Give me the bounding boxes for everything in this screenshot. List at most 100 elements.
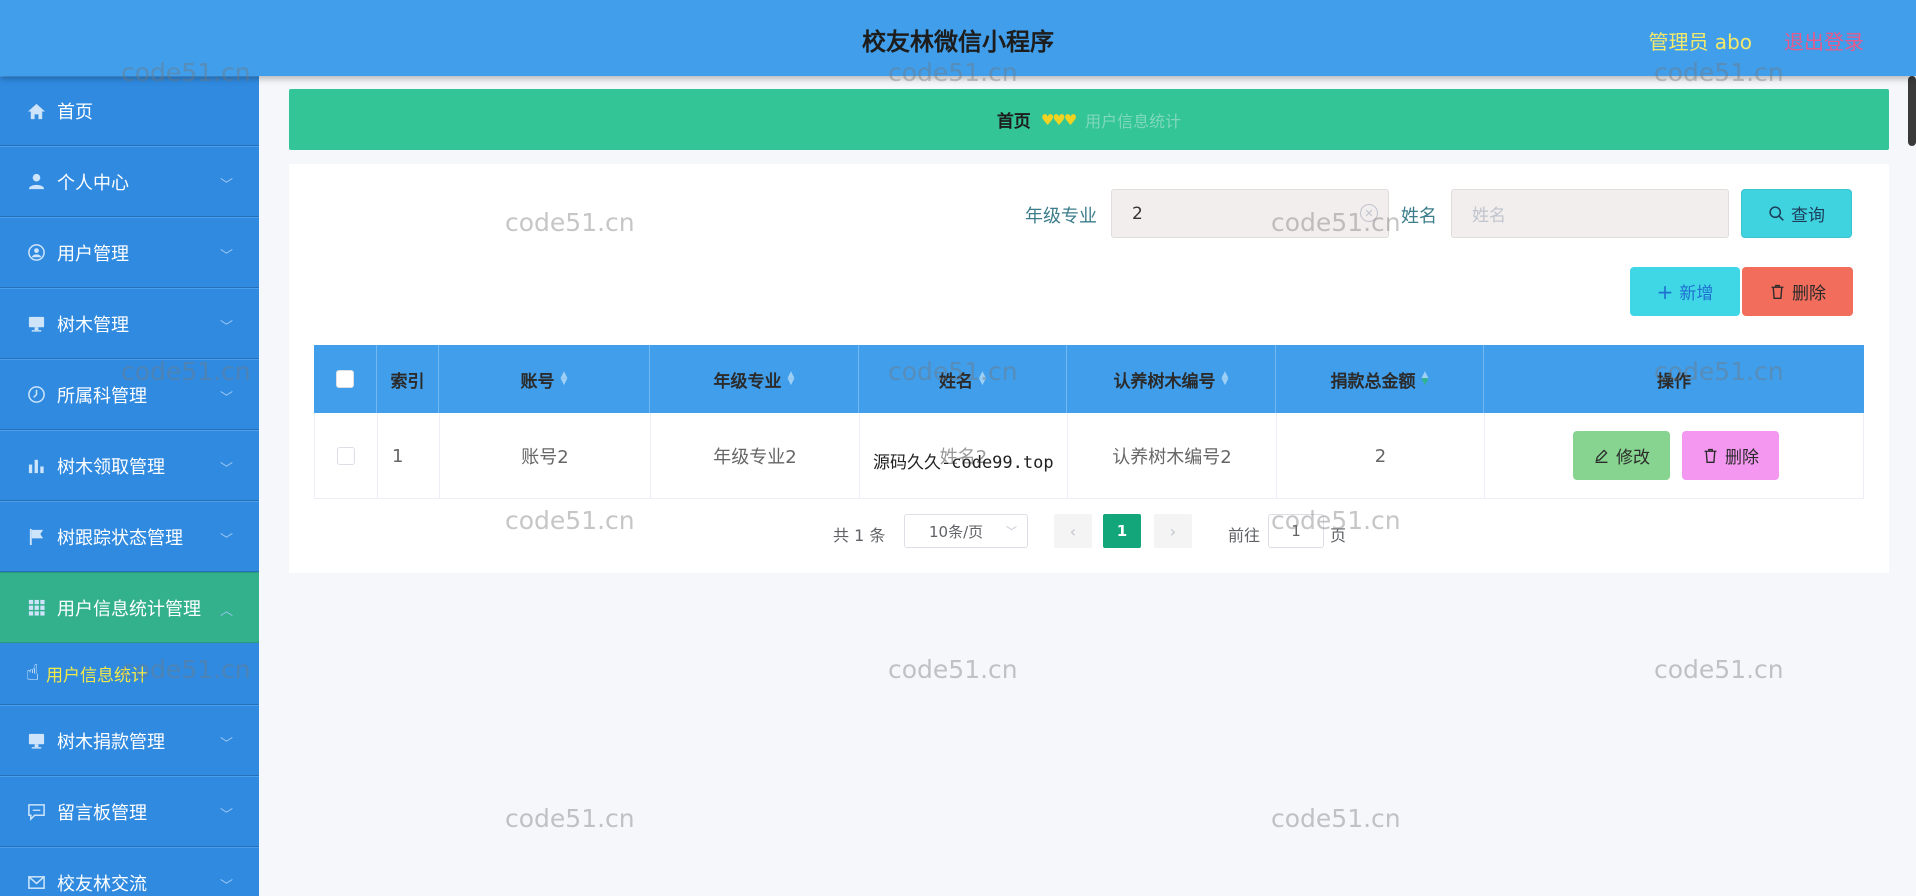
cell-account: 账号2: [440, 413, 651, 499]
message-icon: [26, 802, 46, 822]
edit-button-label: 修改: [1616, 448, 1650, 468]
chevron-down-icon: ﹀: [219, 320, 233, 335]
sidebar-item-label: 留言板管理: [57, 802, 147, 824]
sidebar-item-tree-tracking-management[interactable]: 树跟踪状态管理 ﹀: [0, 501, 259, 572]
goto-label: 前往: [1228, 526, 1261, 545]
home-icon: [26, 101, 46, 121]
col-tree-no[interactable]: 认养树木编号 ▲ ▼: [1067, 345, 1276, 413]
goto-page-input[interactable]: 1: [1268, 514, 1324, 548]
name-input[interactable]: 姓名: [1451, 189, 1729, 238]
cell-grade: 年级专业2: [651, 413, 860, 499]
scrollbar-thumb[interactable]: [1908, 76, 1916, 146]
col-account[interactable]: 账号 ▲ ▼: [439, 345, 650, 413]
sidebar-item-label: 树木领取管理: [57, 456, 165, 478]
grade-input-value: 2: [1132, 203, 1143, 224]
page-suffix-label: 页: [1330, 526, 1347, 545]
chevron-left-icon: ‹: [1069, 521, 1077, 541]
edit-icon: [1595, 449, 1608, 463]
sidebar-item-label: 树跟踪状态管理: [57, 527, 183, 549]
page-number-button[interactable]: 1: [1103, 514, 1141, 548]
select-all-checkbox[interactable]: [336, 370, 354, 388]
name-label: 姓名: [1401, 206, 1437, 227]
col-name[interactable]: 姓名 ▲ ▼: [859, 345, 1067, 413]
chevron-down-icon: ﹀: [219, 808, 233, 823]
col-grade-label: 年级专业: [713, 371, 782, 392]
col-tree-no-label: 认养树木编号: [1113, 371, 1216, 392]
chevron-down-icon: ﹀: [219, 391, 233, 406]
col-amount[interactable]: 捐款总金额 ▲ ▼: [1276, 345, 1484, 413]
add-button-label: 新增: [1679, 284, 1714, 304]
watermark: code51.cn: [888, 655, 1018, 684]
sort-icon[interactable]: ▲ ▼: [979, 371, 986, 387]
sort-icon[interactable]: ▲ ▼: [561, 371, 568, 387]
next-page-button[interactable]: ›: [1154, 514, 1192, 548]
query-button[interactable]: 查询: [1741, 189, 1852, 238]
batch-delete-button[interactable]: 删除: [1742, 267, 1853, 316]
grade-label: 年级专业: [1025, 206, 1097, 227]
logout-link[interactable]: 退出登录: [1784, 26, 1864, 55]
chevron-down-icon: ﹀: [1006, 525, 1017, 538]
watermark: code51.cn: [1271, 804, 1401, 833]
content-panel: 年级专业 2 ✕ 姓名 姓名 查询 + 新增 删除 索引 账号 ▲▼ 年级专业: [289, 164, 1889, 573]
sidebar-item-home[interactable]: 首页: [0, 76, 259, 146]
sidebar-item-label: 用户信息统计管理: [57, 598, 201, 620]
trash-icon: [1771, 284, 1784, 299]
watermark: code51.cn: [505, 804, 635, 833]
sort-icon[interactable]: ▲ ▼: [1422, 371, 1429, 387]
select-all-cell: [314, 345, 377, 413]
edit-button[interactable]: 修改: [1573, 431, 1670, 480]
monitor-icon: [26, 731, 46, 751]
sidebar-item-label: 所属科管理: [57, 385, 147, 407]
chevron-down-icon: ﹀: [219, 178, 233, 193]
prev-page-button[interactable]: ‹: [1054, 514, 1092, 548]
chevron-down-icon: ﹀: [219, 533, 233, 548]
breadcrumb-current: 用户信息统计: [1085, 111, 1182, 131]
name-input-placeholder: 姓名: [1472, 206, 1506, 226]
row-delete-button[interactable]: 删除: [1682, 431, 1779, 480]
chevron-down-icon: ﹀: [219, 879, 233, 894]
sidebar-item-alumni-forest-exchange[interactable]: 校友林交流 ﹀: [0, 847, 259, 896]
chevron-up-icon: ︿: [219, 604, 233, 619]
cell-amount: 2: [1277, 413, 1485, 499]
admin-label: 管理员 abo: [1648, 30, 1752, 54]
breadcrumb-home[interactable]: 首页: [997, 107, 1031, 132]
sidebar-item-tree-management[interactable]: 树木管理 ﹀: [0, 288, 259, 359]
search-icon: [1769, 206, 1784, 221]
pagination-total: 共 1 条: [833, 526, 886, 545]
sidebar-item-tree-donation-management[interactable]: 树木捐款管理 ﹀: [0, 705, 259, 776]
clear-icon[interactable]: ✕: [1360, 204, 1378, 222]
batch-delete-label: 删除: [1792, 284, 1826, 304]
app-title: 校友林微信小程序: [862, 28, 1054, 56]
col-actions: 操作: [1657, 371, 1691, 392]
monitor-icon: [26, 314, 46, 334]
cell-actions: [1485, 413, 1865, 499]
sidebar-item-label: 用户管理: [57, 243, 129, 265]
sidebar-item-department-management[interactable]: 所属科管理 ﹀: [0, 359, 259, 430]
sort-icon[interactable]: ▲ ▼: [1222, 371, 1229, 387]
chevron-down-icon: ﹀: [219, 737, 233, 752]
query-button-label: 查询: [1791, 206, 1825, 226]
watermark: code51.cn: [1654, 655, 1784, 684]
sidebar-item-tree-claim-management[interactable]: 树木领取管理 ﹀: [0, 430, 259, 501]
add-button[interactable]: + 新增: [1630, 267, 1740, 316]
grade-input[interactable]: 2 ✕: [1111, 189, 1389, 238]
col-account-label: 账号: [520, 371, 555, 392]
sidebar-item-message-board-management[interactable]: 留言板管理 ﹀: [0, 776, 259, 847]
plus-icon: +: [1656, 279, 1674, 304]
sidebar-item-personal-center[interactable]: 个人中心 ﹀: [0, 146, 259, 217]
col-grade[interactable]: 年级专业 ▲ ▼: [650, 345, 859, 413]
sort-icon[interactable]: ▲ ▼: [788, 371, 795, 387]
breadcrumb: 首页 ♥♥♥ 用户信息统计: [289, 89, 1889, 150]
col-amount-label: 捐款总金额: [1330, 371, 1416, 392]
sidebar-item-user-stats-management[interactable]: 用户信息统计管理 ︿: [0, 572, 259, 643]
sidebar-item-label: 树木管理: [57, 314, 129, 336]
row-checkbox[interactable]: [337, 447, 355, 465]
sidebar-item-user-management[interactable]: 用户管理 ﹀: [0, 217, 259, 288]
user-icon: [26, 172, 46, 192]
heart-icon: ♥♥♥: [1040, 110, 1077, 129]
page-size-select[interactable]: 10条/页 ﹀: [904, 514, 1028, 548]
sidebar-item-label: 树木捐款管理: [57, 731, 165, 753]
row-select-cell: [315, 413, 378, 499]
hand-cursor-icon: ☝: [26, 661, 40, 686]
bar-chart-icon: [26, 456, 46, 476]
